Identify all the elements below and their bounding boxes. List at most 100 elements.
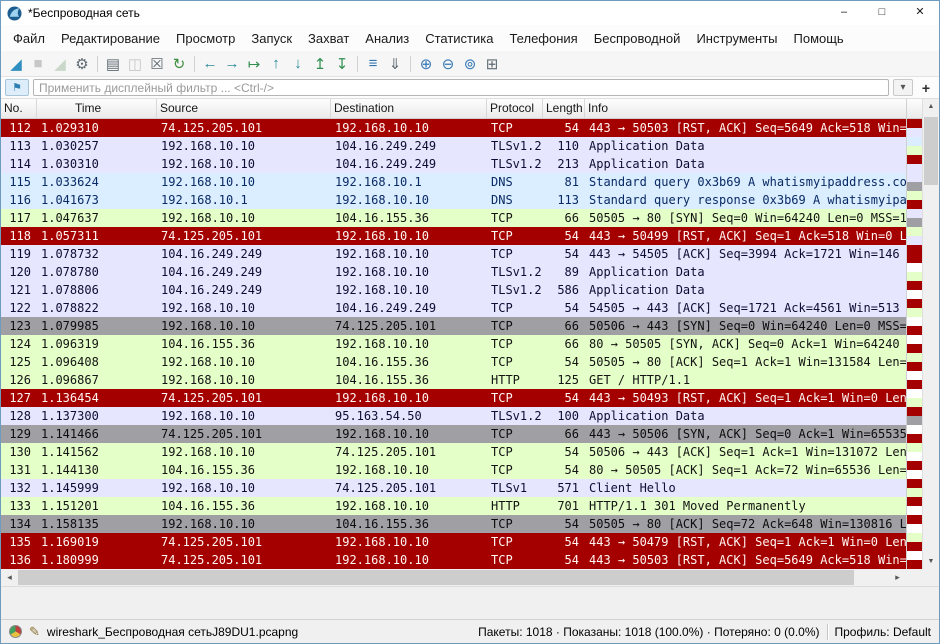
menu-item-file[interactable]: Файл [5, 29, 53, 48]
resize-columns-icon[interactable]: ⊞ [481, 53, 503, 75]
vertical-scrollbar[interactable]: ▲ ▼ [922, 99, 939, 569]
menu-item-help[interactable]: Помощь [786, 29, 852, 48]
reload-file-icon[interactable]: ↻ [168, 53, 190, 75]
menu-item-capture[interactable]: Захват [300, 29, 357, 48]
go-up-icon[interactable]: ↑ [265, 53, 287, 75]
packet-row-125[interactable]: 1251.096408192.168.10.10104.16.155.36TCP… [1, 353, 906, 371]
horizontal-scrollbar-track[interactable] [18, 569, 889, 586]
packet-row-129[interactable]: 1291.14146674.125.205.101192.168.10.10TC… [1, 425, 906, 443]
filter-bookmark-icon[interactable]: ⚑ [5, 79, 29, 96]
packet-row-119[interactable]: 1191.078732104.16.249.249192.168.10.10TC… [1, 245, 906, 263]
filter-dropdown-icon[interactable]: ▾ [893, 79, 913, 96]
packet-row-115[interactable]: 1151.033624192.168.10.10192.168.10.1DNS8… [1, 173, 906, 191]
go-to-packet-icon[interactable]: ↦ [243, 53, 265, 75]
capture-options-icon[interactable]: ⚙ [71, 53, 93, 75]
menu-item-analyze[interactable]: Анализ [357, 29, 417, 48]
packet-row-122[interactable]: 1221.078822192.168.10.10104.16.249.249TC… [1, 299, 906, 317]
cell-time: 1.030310 [37, 155, 157, 173]
cell-no: 115 [1, 173, 37, 191]
packet-row-117[interactable]: 1171.047637192.168.10.10104.16.155.36TCP… [1, 209, 906, 227]
column-header-destination[interactable]: Destination [331, 99, 487, 118]
close-file-icon[interactable]: ☒ [146, 53, 168, 75]
vertical-scrollbar-track[interactable] [923, 114, 939, 554]
cell-no: 134 [1, 515, 37, 533]
packet-row-120[interactable]: 1201.078780104.16.249.249192.168.10.10TL… [1, 263, 906, 281]
go-top-icon[interactable]: ↥ [309, 53, 331, 75]
menu-item-go[interactable]: Запуск [243, 29, 300, 48]
cell-protocol: TCP [487, 299, 543, 317]
packet-row-118[interactable]: 1181.05731174.125.205.101192.168.10.10TC… [1, 227, 906, 245]
cell-time: 1.078732 [37, 245, 157, 263]
packet-row-128[interactable]: 1281.137300192.168.10.1095.163.54.50TLSv… [1, 407, 906, 425]
packet-row-130[interactable]: 1301.141562192.168.10.1074.125.205.101TC… [1, 443, 906, 461]
cell-protocol: TCP [487, 551, 543, 569]
maximize-button[interactable]: □ [863, 1, 901, 25]
packet-row-133[interactable]: 1331.151201104.16.155.36192.168.10.10HTT… [1, 497, 906, 515]
packet-row-112[interactable]: 1121.02931074.125.205.101192.168.10.10TC… [1, 119, 906, 137]
cell-info: 443 → 50506 [SYN, ACK] Seq=0 Ack=1 Win=6… [585, 425, 906, 443]
column-header-protocol[interactable]: Protocol [487, 99, 543, 118]
main-toolbar: ◢■◢⚙▤◫☒↻←→↦↑↓↥↧≡⇓⊕⊖⊚⊞ [1, 51, 939, 77]
go-bottom-icon[interactable]: ↧ [331, 53, 353, 75]
packet-row-134[interactable]: 1341.158135192.168.10.10104.16.155.36TCP… [1, 515, 906, 533]
go-back-icon[interactable]: ← [199, 53, 221, 75]
menu-item-edit[interactable]: Редактирование [53, 29, 168, 48]
minimap-stripe [907, 308, 922, 317]
zoom-in-icon[interactable]: ⊕ [415, 53, 437, 75]
minimize-button[interactable]: – [825, 1, 863, 25]
filter-add-button[interactable]: + [917, 80, 935, 96]
vertical-scrollbar-thumb[interactable] [924, 117, 938, 185]
menu-item-tools[interactable]: Инструменты [688, 29, 785, 48]
horizontal-scrollbar[interactable]: ◂ ▸ [1, 569, 906, 586]
intelligent-scrollbar[interactable] [906, 99, 922, 569]
packet-row-116[interactable]: 1161.041673192.168.10.1192.168.10.10DNS1… [1, 191, 906, 209]
column-header-no[interactable]: No. [1, 99, 37, 118]
menu-item-telephony[interactable]: Телефония [501, 29, 585, 48]
scroll-down-icon[interactable]: ▼ [923, 554, 939, 569]
minimap-stripes[interactable] [907, 119, 922, 569]
cell-no: 128 [1, 407, 37, 425]
start-capture-icon[interactable]: ◢ [5, 53, 27, 75]
packet-row-114[interactable]: 1141.030310192.168.10.10104.16.249.249TL… [1, 155, 906, 173]
cell-time: 1.030257 [37, 137, 157, 155]
column-header-source[interactable]: Source [157, 99, 331, 118]
horizontal-scrollbar-thumb[interactable] [18, 570, 854, 585]
packet-row-113[interactable]: 1131.030257192.168.10.10104.16.249.249TL… [1, 137, 906, 155]
auto-scroll-icon[interactable]: ⇓ [384, 53, 406, 75]
packet-row-127[interactable]: 1271.13645474.125.205.101192.168.10.10TC… [1, 389, 906, 407]
packet-row-124[interactable]: 1241.096319104.16.155.36192.168.10.10TCP… [1, 335, 906, 353]
cell-destination: 104.16.155.36 [331, 515, 487, 533]
zoom-out-icon[interactable]: ⊖ [437, 53, 459, 75]
zoom-100-icon[interactable]: ⊚ [459, 53, 481, 75]
expert-info-icon[interactable] [9, 625, 22, 638]
packet-row-126[interactable]: 1261.096867192.168.10.10104.16.155.36HTT… [1, 371, 906, 389]
minimap-stripe [907, 479, 922, 488]
column-header-time[interactable]: Time [37, 99, 157, 118]
open-file-icon[interactable]: ▤ [102, 53, 124, 75]
go-down-icon[interactable]: ↓ [287, 53, 309, 75]
capture-comment-icon[interactable]: ✎ [29, 624, 40, 640]
packet-row-131[interactable]: 1311.144130104.16.155.36192.168.10.10TCP… [1, 461, 906, 479]
close-button[interactable]: ✕ [901, 1, 939, 25]
packet-row-121[interactable]: 1211.078806104.16.249.249192.168.10.10TL… [1, 281, 906, 299]
scroll-left-icon[interactable]: ◂ [1, 569, 18, 586]
packet-row-132[interactable]: 1321.145999192.168.10.1074.125.205.101TL… [1, 479, 906, 497]
go-forward-icon[interactable]: → [221, 53, 243, 75]
scroll-right-icon[interactable]: ▸ [889, 569, 906, 586]
cell-protocol: TCP [487, 335, 543, 353]
column-header-info[interactable]: Info [585, 99, 906, 118]
packet-row-136[interactable]: 1361.18099974.125.205.101192.168.10.10TC… [1, 551, 906, 569]
packet-row-135[interactable]: 1351.16901974.125.205.101192.168.10.10TC… [1, 533, 906, 551]
scroll-up-icon[interactable]: ▲ [923, 99, 939, 114]
cell-info: GET / HTTP/1.1 [585, 371, 906, 389]
colorize-packets-icon[interactable]: ≡ [362, 53, 384, 75]
menu-item-wireless[interactable]: Беспроводной [586, 29, 689, 48]
display-filter-input[interactable] [33, 79, 889, 96]
cell-protocol: TLSv1.2 [487, 407, 543, 425]
column-header-length[interactable]: Length [543, 99, 585, 118]
menu-item-view[interactable]: Просмотр [168, 29, 243, 48]
profile-label[interactable]: Профиль: Default [835, 625, 932, 639]
minimap-stripe [907, 398, 922, 407]
menu-item-statistics[interactable]: Статистика [417, 29, 501, 48]
packet-row-123[interactable]: 1231.079985192.168.10.1074.125.205.101TC… [1, 317, 906, 335]
